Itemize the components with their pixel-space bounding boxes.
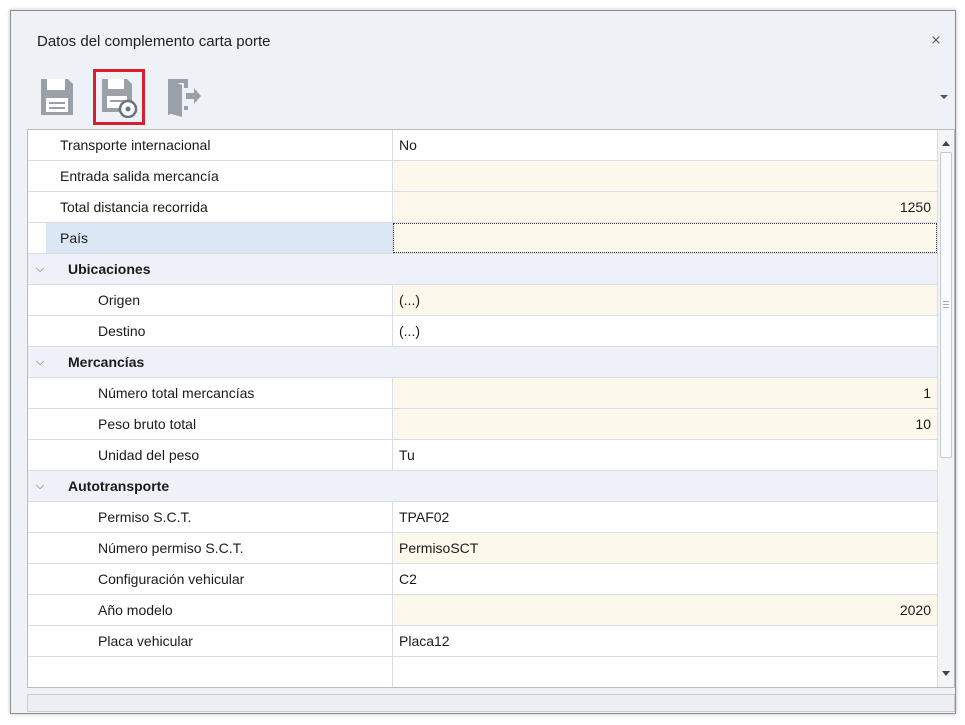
row-origen[interactable]: Origen (...): [28, 285, 937, 316]
scroll-down-button[interactable]: [938, 665, 954, 683]
row-permiso-sct[interactable]: Permiso S.C.T. TPAF02: [28, 502, 937, 533]
row-total-distancia[interactable]: Total distancia recorrida 1250: [28, 192, 937, 223]
numero-permiso-sct-value[interactable]: PermisoSCT: [393, 533, 937, 563]
peso-bruto-total-value[interactable]: 10: [393, 409, 937, 439]
row-numero-permiso-sct[interactable]: Número permiso S.C.T. PermisoSCT: [28, 533, 937, 564]
property-label: Entrada salida mercancía: [46, 161, 393, 191]
unidad-peso-value[interactable]: Tu: [393, 440, 937, 470]
close-icon[interactable]: ⨯: [927, 33, 945, 49]
save-icon: [41, 79, 73, 115]
property-grid: Transporte internacional No Entrada sali…: [27, 129, 955, 688]
placa-vehicular-value[interactable]: Placa12: [393, 626, 937, 656]
chevron-down-icon[interactable]: ⌵: [32, 347, 48, 377]
row-pais[interactable]: País: [28, 223, 937, 254]
row-placa-vehicular[interactable]: Placa vehicular Placa12: [28, 626, 937, 657]
category-ubicaciones[interactable]: ⌵ Ubicaciones: [28, 254, 937, 285]
property-label: País: [46, 223, 393, 253]
save-button[interactable]: [31, 69, 83, 125]
exit-icon: [168, 79, 201, 117]
scrollbar-thumb[interactable]: [940, 152, 952, 458]
property-rows: Transporte internacional No Entrada sali…: [28, 130, 937, 687]
numero-total-mercancias-value[interactable]: 1: [393, 378, 937, 408]
anio-modelo-value[interactable]: 2020: [393, 595, 937, 625]
row-numero-total-mercancias[interactable]: Número total mercancías 1: [28, 378, 937, 409]
category-title: Autotransporte: [68, 478, 170, 494]
chevron-down-icon[interactable]: ⌵: [32, 471, 48, 501]
chevron-down-icon[interactable]: ⌵: [32, 254, 48, 284]
row-destino[interactable]: Destino (...): [28, 316, 937, 347]
chevron-down-icon: [940, 95, 948, 99]
carta-porte-dialog: Datos del complemento carta porte ⨯ Tran…: [10, 10, 956, 714]
row-partial: [28, 657, 937, 687]
property-label: Total distancia recorrida: [46, 192, 393, 222]
category-autotransporte[interactable]: ⌵ Autotransporte: [28, 471, 937, 502]
property-label: Unidad del peso: [74, 440, 393, 470]
permiso-sct-value[interactable]: TPAF02: [393, 502, 937, 532]
title-bar: Datos del complemento carta porte ⨯: [11, 11, 955, 65]
toolbar: [11, 65, 955, 129]
destino-value[interactable]: (...): [393, 316, 937, 346]
toolbar-options-dropdown[interactable]: [937, 89, 951, 103]
property-label: Transporte internacional: [46, 130, 393, 160]
arrow-up-icon: [942, 141, 950, 146]
row-anio-modelo[interactable]: Año modelo 2020: [28, 595, 937, 626]
status-bar: [27, 694, 955, 712]
property-label: Configuración vehicular: [74, 564, 393, 594]
row-transporte-internacional[interactable]: Transporte internacional No: [28, 130, 937, 161]
transporte-internacional-value[interactable]: No: [393, 130, 937, 160]
dialog-title: Datos del complemento carta porte: [37, 33, 271, 50]
row-peso-bruto-total[interactable]: Peso bruto total 10: [28, 409, 937, 440]
pais-value[interactable]: [393, 223, 937, 253]
property-label: Año modelo: [74, 595, 393, 625]
category-title: Ubicaciones: [68, 261, 151, 277]
property-label: Placa vehicular: [74, 626, 393, 656]
property-label: Número permiso S.C.T.: [74, 533, 393, 563]
total-distancia-value[interactable]: 1250: [393, 192, 937, 222]
property-label: Permiso S.C.T.: [74, 502, 393, 532]
row-configuracion-vehicular[interactable]: Configuración vehicular C2: [28, 564, 937, 595]
save-and-close-icon: [102, 79, 138, 118]
save-and-close-button[interactable]: [93, 69, 145, 125]
grip-icon: [943, 301, 949, 310]
row-entrada-salida[interactable]: Entrada salida mercancía: [28, 161, 937, 192]
category-mercancias[interactable]: ⌵ Mercancías: [28, 347, 937, 378]
property-label: Origen: [74, 285, 393, 315]
exit-button[interactable]: [157, 69, 209, 125]
property-label: Destino: [74, 316, 393, 346]
origen-value[interactable]: (...): [393, 285, 937, 315]
category-title: Mercancías: [68, 354, 145, 370]
property-label: Peso bruto total: [74, 409, 393, 439]
vertical-scrollbar[interactable]: [937, 130, 954, 687]
configuracion-vehicular-value[interactable]: C2: [393, 564, 937, 594]
entrada-salida-value[interactable]: [393, 161, 937, 191]
arrow-down-icon: [942, 671, 950, 676]
row-unidad-peso[interactable]: Unidad del peso Tu: [28, 440, 937, 471]
property-label: Número total mercancías: [74, 378, 393, 408]
scroll-up-button[interactable]: [938, 134, 954, 152]
